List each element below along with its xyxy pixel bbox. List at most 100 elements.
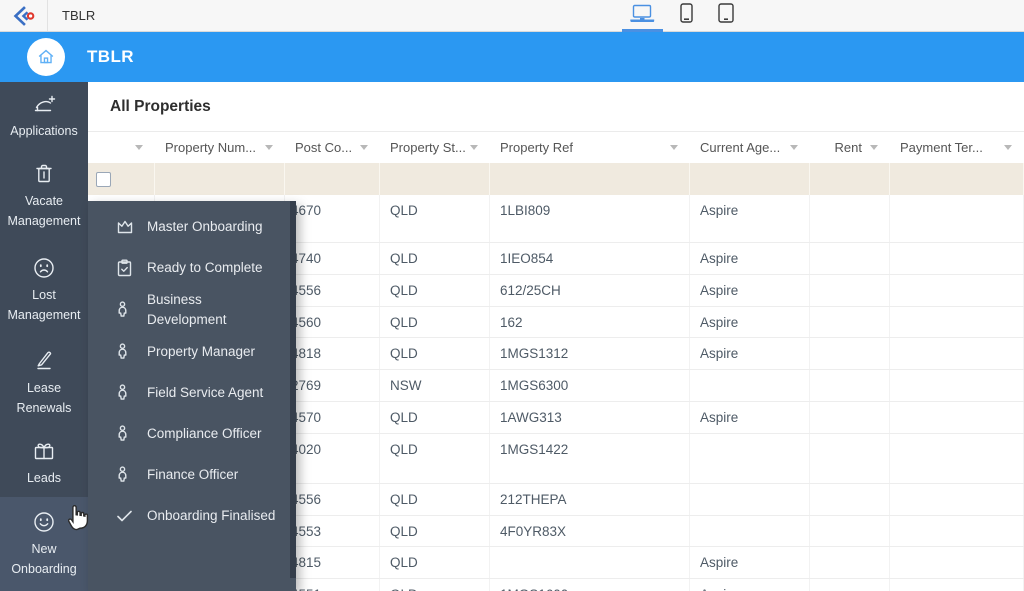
column-header-rent[interactable]: Rent — [810, 132, 890, 163]
phone-preview-button[interactable] — [676, 0, 697, 31]
cell-post_code: 4556 — [285, 484, 380, 515]
phone-icon — [680, 3, 693, 28]
filter-cell-post_code — [285, 163, 380, 195]
cell-current_agent: Aspire — [690, 307, 810, 338]
person-icon — [116, 301, 134, 318]
cell-post_code: 4556 — [285, 275, 380, 306]
tablet-preview-button[interactable] — [714, 0, 738, 31]
filter-cell-rent — [810, 163, 890, 195]
cell-payment_terms — [890, 579, 1024, 591]
cell-property_state: QLD — [380, 275, 490, 306]
cell-current_agent: Aspire — [690, 579, 810, 591]
tablet-icon — [718, 3, 734, 28]
sidebar-item-applications[interactable]: Applications — [0, 82, 88, 150]
cell-payment_terms — [890, 370, 1024, 401]
cell-property_state: QLD — [380, 402, 490, 433]
cell-current_agent — [690, 516, 810, 547]
sad-face-icon — [32, 256, 56, 280]
chevron-down-icon[interactable] — [1004, 145, 1012, 150]
cell-rent — [810, 402, 890, 433]
column-header-select[interactable] — [88, 132, 155, 163]
cell-payment_terms — [890, 547, 1024, 578]
column-header-property_state[interactable]: Property St... — [380, 132, 490, 163]
cell-property_state: QLD — [380, 434, 490, 483]
column-label: Rent — [835, 140, 862, 155]
menu-item-ready-to-complete[interactable]: Ready to Complete — [88, 247, 296, 288]
cell-rent — [810, 275, 890, 306]
laptop-preview-button[interactable] — [626, 0, 659, 31]
sidebar-item-lease-renewals[interactable]: Lease Renewals — [0, 337, 88, 430]
menu-item-field-service-agent[interactable]: Field Service Agent — [88, 372, 296, 413]
topbar-app-name: TBLR — [62, 8, 95, 23]
cell-property_state: QLD — [380, 195, 490, 242]
sidebar-item-label: New Onboarding — [0, 539, 88, 579]
cell-property_ref: 1AWG313 — [490, 402, 690, 433]
chevron-down-icon[interactable] — [870, 145, 878, 150]
chevron-down-icon[interactable] — [135, 145, 143, 150]
column-header-post_code[interactable]: Post Co... — [285, 132, 380, 163]
cell-payment_terms — [890, 516, 1024, 547]
cell-property_ref: 1LBI809 — [490, 195, 690, 242]
sidebar-item-label: Lost Management — [0, 285, 88, 325]
menu-item-property-manager[interactable]: Property Manager — [88, 331, 296, 372]
pen-icon — [33, 349, 55, 373]
menu-scrollbar[interactable] — [290, 201, 296, 578]
person-icon — [116, 425, 134, 442]
cell-post_code: 4670 — [285, 195, 380, 242]
select-all-checkbox[interactable] — [96, 172, 111, 187]
cell-property_ref: 1MGS6300 — [490, 370, 690, 401]
cell-property_state: QLD — [380, 579, 490, 591]
chevron-down-icon[interactable] — [360, 145, 368, 150]
crown-icon — [116, 219, 134, 235]
sidebar-item-lost-management[interactable]: Lost Management — [0, 243, 88, 337]
column-header-current_agent[interactable]: Current Age... — [690, 132, 810, 163]
home-icon[interactable] — [27, 38, 65, 76]
cell-property_ref — [490, 547, 690, 578]
menu-item-business-development[interactable]: Business Development — [88, 288, 296, 331]
filter-cell-property_state — [380, 163, 490, 195]
chevron-down-icon[interactable] — [790, 145, 798, 150]
cell-post_code: 4551 — [285, 579, 380, 591]
cell-property_state: QLD — [380, 243, 490, 274]
cell-current_agent: Aspire — [690, 547, 810, 578]
sidebar-item-leads[interactable]: Leads — [0, 430, 88, 497]
clipboard-check-icon — [116, 259, 134, 277]
onboarding-stage-menu: Master Onboarding Ready to CompleteBusine… — [88, 201, 296, 591]
app-header: TBLR — [0, 32, 1024, 82]
cell-property_state: NSW — [380, 370, 490, 401]
menu-item-compliance-officer[interactable]: Compliance Officer — [88, 413, 296, 454]
sidebar-item-label: Applications — [10, 121, 77, 141]
filter-cell-property_ref — [490, 163, 690, 195]
column-header-property_number[interactable]: Property Num... — [155, 132, 285, 163]
column-label: Current Age... — [700, 140, 780, 155]
chevron-down-icon[interactable] — [470, 145, 478, 150]
cell-post_code: 4818 — [285, 338, 380, 369]
sidebar-item-new-onboarding[interactable]: New Onboarding — [0, 497, 88, 591]
filter-cell-current_agent — [690, 163, 810, 195]
cell-rent — [810, 243, 890, 274]
cell-post_code: 4020 — [285, 434, 380, 483]
sidebar-item-vacate-management[interactable]: Vacate Management — [0, 150, 88, 243]
cell-rent — [810, 195, 890, 242]
cell-payment_terms — [890, 195, 1024, 242]
menu-item-label: Field Service Agent — [147, 383, 263, 403]
column-label: Property St... — [390, 140, 466, 155]
chevron-down-icon[interactable] — [670, 145, 678, 150]
column-label: Property Num... — [165, 140, 256, 155]
cell-current_agent: Aspire — [690, 195, 810, 242]
column-header-property_ref[interactable]: Property Ref — [490, 132, 690, 163]
creator-logo-icon[interactable] — [11, 5, 37, 27]
filter-cell-property_number — [155, 163, 285, 195]
cell-property_ref: 1MGS1312 — [490, 338, 690, 369]
menu-item-onboarding-finalised[interactable]: Onboarding Finalised — [88, 495, 296, 536]
cell-post_code: 4560 — [285, 307, 380, 338]
cell-rent — [810, 579, 890, 591]
menu-item-label: Property Manager — [147, 342, 255, 362]
menu-item-master-onboarding[interactable]: Master Onboarding — [88, 206, 296, 247]
column-header-payment_terms[interactable]: Payment Ter... — [890, 132, 1024, 163]
chevron-down-icon[interactable] — [265, 145, 273, 150]
menu-item-finance-officer[interactable]: Finance Officer — [88, 454, 296, 495]
cell-property_ref: 4F0YR83X — [490, 516, 690, 547]
cell-rent — [810, 370, 890, 401]
menu-item-label: Master Onboarding — [147, 217, 263, 237]
